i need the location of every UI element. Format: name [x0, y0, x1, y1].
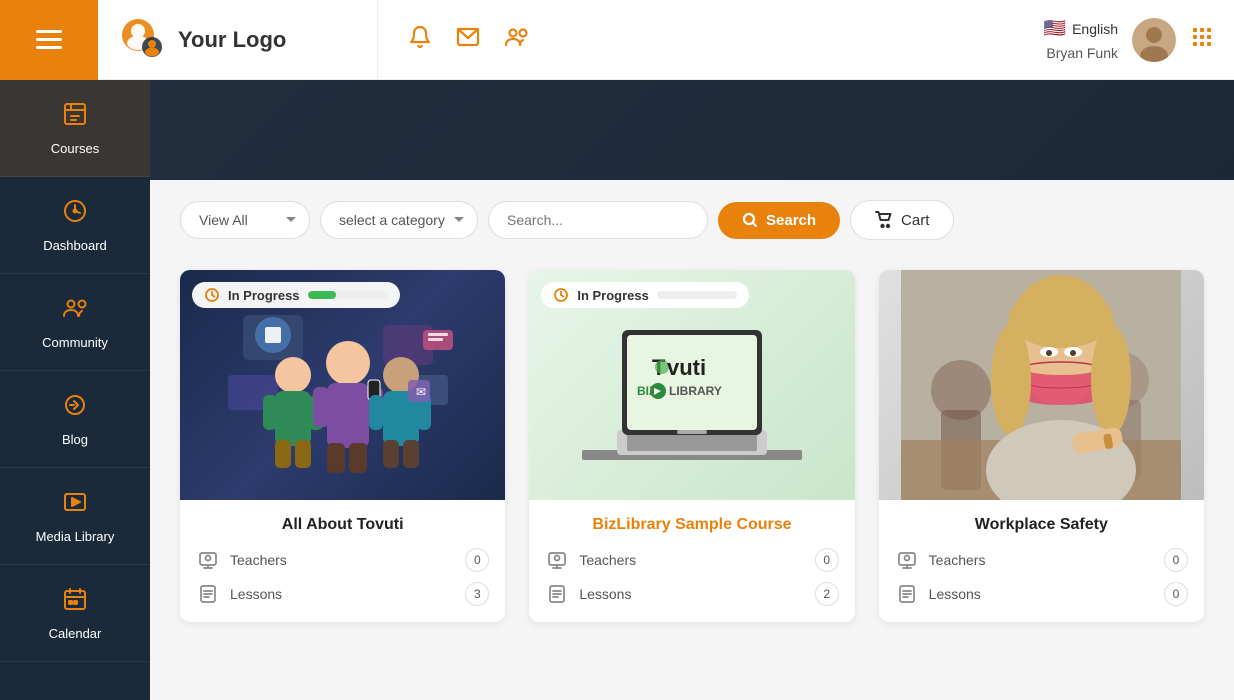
- logo-icon: [118, 15, 168, 65]
- main-layout: Courses Dashboard: [0, 80, 1234, 700]
- lessons-meta-3: Lessons 0: [895, 582, 1188, 606]
- search-button[interactable]: Search: [718, 202, 840, 239]
- lessons-icon-2: [545, 584, 569, 604]
- lessons-meta: Lessons 3: [196, 582, 489, 606]
- header-right: 🇺🇸 English Bryan Funk: [1024, 18, 1234, 62]
- dashboard-icon: [61, 197, 89, 232]
- sidebar-item-community[interactable]: Community: [0, 274, 150, 371]
- sidebar-item-dashboard-label: Dashboard: [43, 238, 107, 253]
- sidebar-item-blog-label: Blog: [62, 432, 88, 447]
- flag-icon: 🇺🇸: [1044, 18, 1066, 39]
- lessons-meta-2: Lessons 2: [545, 582, 838, 606]
- blog-icon: [61, 391, 89, 426]
- cart-button-label: Cart: [901, 212, 929, 229]
- lessons-icon: [196, 584, 220, 604]
- sidebar-item-media-library-label: Media Library: [36, 529, 115, 544]
- people-icon[interactable]: [504, 25, 530, 55]
- sidebar-item-courses-label: Courses: [51, 141, 99, 156]
- search-input[interactable]: [488, 201, 708, 239]
- media-library-icon: [61, 488, 89, 523]
- header-icons: [378, 25, 1024, 55]
- sidebar-item-calendar-label: Calendar: [49, 626, 102, 641]
- course-title: All About Tovuti: [196, 516, 489, 534]
- courses-icon: [61, 100, 89, 135]
- cart-button[interactable]: Cart: [850, 200, 954, 240]
- course-title-3: Workplace Safety: [895, 516, 1188, 534]
- hero-banner: [150, 80, 1234, 180]
- search-button-label: Search: [766, 212, 816, 229]
- course-card-all-about-tovuti[interactable]: ✉ In Progress All: [180, 270, 505, 622]
- community-icon: [61, 294, 89, 329]
- svg-text:vuti: vuti: [667, 355, 706, 380]
- sidebar-item-community-label: Community: [42, 335, 108, 350]
- courses-grid: ✉ In Progress All: [150, 250, 1234, 642]
- in-progress-badge-2: In Progress: [541, 282, 749, 308]
- sidebar-item-dashboard[interactable]: Dashboard: [0, 177, 150, 274]
- bell-icon[interactable]: [408, 25, 432, 55]
- teacher-icon-3: [895, 550, 919, 570]
- user-name: Bryan Funk: [1046, 45, 1118, 61]
- teachers-meta: Teachers 0: [196, 548, 489, 572]
- view-all-select[interactable]: View All Active Completed: [180, 201, 310, 239]
- course-card-workplace-safety[interactable]: Workplace Safety Teachers 0: [879, 270, 1204, 622]
- sidebar-item-calendar[interactable]: Calendar: [0, 565, 150, 662]
- filter-bar: View All Active Completed select a categ…: [150, 180, 1234, 250]
- teacher-icon: [196, 550, 220, 570]
- teachers-count: 0: [465, 548, 489, 572]
- content-area: View All Active Completed select a categ…: [150, 80, 1234, 700]
- sidebar-item-courses[interactable]: Courses: [0, 80, 150, 177]
- lessons-count-3: 0: [1164, 582, 1188, 606]
- in-progress-badge: In Progress: [192, 282, 400, 308]
- course-card-bizlibrary[interactable]: T vuti BIZ LIBRARY: [529, 270, 854, 622]
- sidebar-item-media-library[interactable]: Media Library: [0, 468, 150, 565]
- mail-icon[interactable]: [456, 25, 480, 55]
- course-card-image: ✉ In Progress: [180, 270, 505, 500]
- hamburger-icon: [36, 30, 62, 49]
- course-meta: Teachers 0 Lessons 3: [196, 548, 489, 606]
- svg-text:✉: ✉: [416, 385, 426, 399]
- logo-area: Your Logo: [98, 0, 378, 79]
- calendar-icon: [61, 585, 89, 620]
- teacher-icon-2: [545, 550, 569, 570]
- apps-icon[interactable]: [1190, 25, 1214, 55]
- course-meta-3: Teachers 0 Lessons 0: [895, 548, 1188, 606]
- lessons-count: 3: [465, 582, 489, 606]
- category-select[interactable]: select a category Technology Business De…: [320, 201, 478, 239]
- course-card-body: All About Tovuti Teachers 0: [180, 500, 505, 622]
- hamburger-button[interactable]: [0, 0, 98, 80]
- language-label: English: [1072, 21, 1118, 37]
- lessons-count-2: 2: [815, 582, 839, 606]
- header: Your Logo 🇺🇸 E: [0, 0, 1234, 80]
- teachers-meta-3: Teachers 0: [895, 548, 1188, 572]
- sidebar: Courses Dashboard: [0, 80, 150, 700]
- lessons-icon-3: [895, 584, 919, 604]
- svg-text:LIBRARY: LIBRARY: [669, 384, 722, 398]
- teachers-meta-2: Teachers 0: [545, 548, 838, 572]
- logo-text: Your Logo: [178, 27, 286, 53]
- course-card-body-3: Workplace Safety Teachers 0: [879, 500, 1204, 622]
- teachers-count-2: 0: [815, 548, 839, 572]
- sidebar-item-blog[interactable]: Blog: [0, 371, 150, 468]
- course-card-image-3: [879, 270, 1204, 500]
- avatar[interactable]: [1132, 18, 1176, 62]
- course-meta-2: Teachers 0 Lessons 2: [545, 548, 838, 606]
- teachers-count-3: 0: [1164, 548, 1188, 572]
- course-card-image-2: T vuti BIZ LIBRARY: [529, 270, 854, 500]
- language-selector[interactable]: 🇺🇸 English Bryan Funk: [1044, 18, 1118, 61]
- course-title-2: BizLibrary Sample Course: [545, 516, 838, 534]
- course-card-body-2: BizLibrary Sample Course Teachers: [529, 500, 854, 622]
